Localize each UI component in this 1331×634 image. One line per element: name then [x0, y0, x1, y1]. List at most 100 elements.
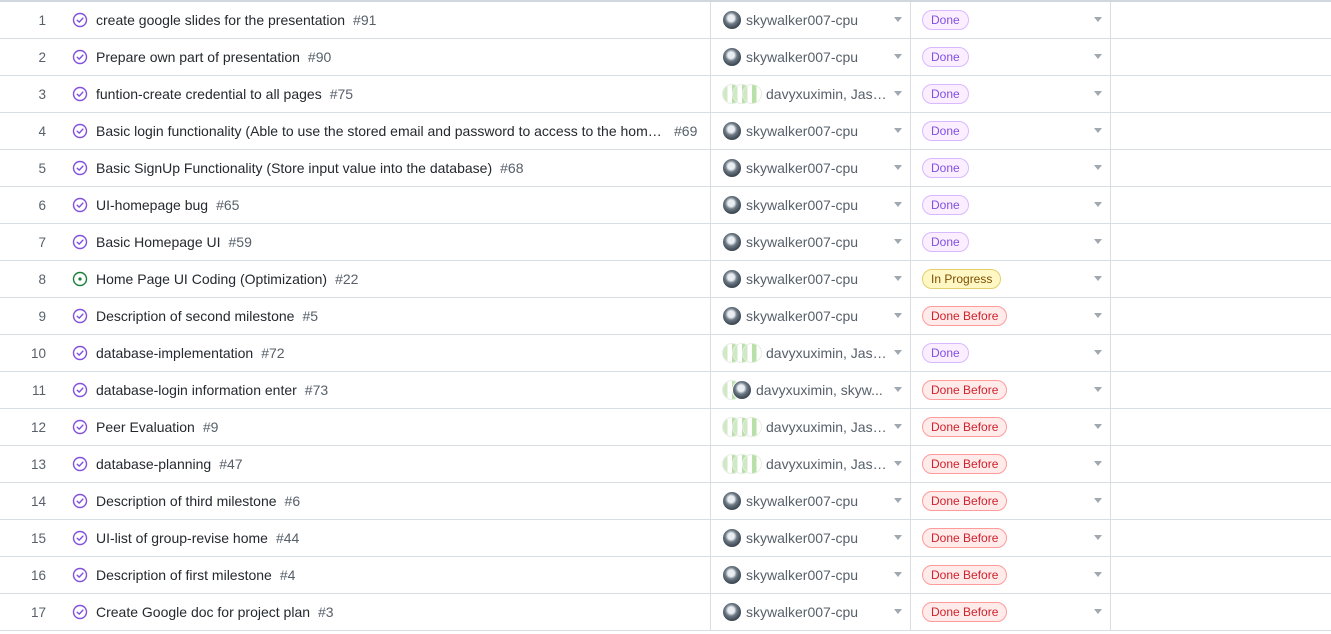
chevron-down-icon[interactable]: [894, 313, 902, 318]
assignees-cell[interactable]: skywalker007-cpu: [711, 39, 911, 75]
status-cell[interactable]: Done Before: [911, 446, 1111, 482]
status-cell[interactable]: Done: [911, 224, 1111, 260]
empty-field-cell[interactable]: [1111, 335, 1331, 371]
table-row[interactable]: 7 Basic Homepage UI #59 skywalker007-cpu…: [0, 224, 1331, 261]
issue-title-link[interactable]: database-planning: [96, 456, 211, 472]
title-cell[interactable]: Home Page UI Coding (Optimization) #22: [64, 261, 711, 297]
empty-field-cell[interactable]: [1111, 372, 1331, 408]
chevron-down-icon[interactable]: [1094, 313, 1102, 318]
chevron-down-icon[interactable]: [1094, 350, 1102, 355]
table-row[interactable]: 17 Create Google doc for project plan #3…: [0, 594, 1331, 631]
empty-field-cell[interactable]: [1111, 224, 1331, 260]
assignees-cell[interactable]: skywalker007-cpu: [711, 261, 911, 297]
title-cell[interactable]: Peer Evaluation #9: [64, 409, 711, 445]
status-cell[interactable]: Done Before: [911, 557, 1111, 593]
assignees-cell[interactable]: davyxuximin, Jases...: [711, 409, 911, 445]
issue-title-link[interactable]: Description of second milestone: [96, 308, 294, 324]
issue-title-link[interactable]: Description of third milestone: [96, 493, 277, 509]
chevron-down-icon[interactable]: [894, 17, 902, 22]
title-cell[interactable]: Description of third milestone #6: [64, 483, 711, 519]
empty-field-cell[interactable]: [1111, 261, 1331, 297]
title-cell[interactable]: Basic login functionality (Able to use t…: [64, 113, 711, 149]
assignees-cell[interactable]: skywalker007-cpu: [711, 113, 911, 149]
title-cell[interactable]: Prepare own part of presentation #90: [64, 39, 711, 75]
title-cell[interactable]: Basic Homepage UI #59: [64, 224, 711, 260]
chevron-down-icon[interactable]: [894, 91, 902, 96]
table-row[interactable]: 3 funtion-create credential to all pages…: [0, 76, 1331, 113]
issue-title-link[interactable]: UI-homepage bug: [96, 197, 208, 213]
assignees-cell[interactable]: davyxuximin, Jases...: [711, 335, 911, 371]
title-cell[interactable]: Create Google doc for project plan #3: [64, 594, 711, 630]
empty-field-cell[interactable]: [1111, 76, 1331, 112]
empty-field-cell[interactable]: [1111, 557, 1331, 593]
issue-title-link[interactable]: database-login information enter: [96, 382, 297, 398]
chevron-down-icon[interactable]: [1094, 276, 1102, 281]
status-cell[interactable]: Done Before: [911, 409, 1111, 445]
status-cell[interactable]: Done Before: [911, 372, 1111, 408]
chevron-down-icon[interactable]: [1094, 17, 1102, 22]
empty-field-cell[interactable]: [1111, 298, 1331, 334]
assignees-cell[interactable]: skywalker007-cpu: [711, 187, 911, 223]
chevron-down-icon[interactable]: [894, 165, 902, 170]
table-row[interactable]: 12 Peer Evaluation #9 davyxuximin, Jases…: [0, 409, 1331, 446]
chevron-down-icon[interactable]: [894, 350, 902, 355]
title-cell[interactable]: database-planning #47: [64, 446, 711, 482]
issue-title-link[interactable]: UI-list of group-revise home: [96, 530, 268, 546]
issue-title-link[interactable]: Prepare own part of presentation: [96, 49, 300, 65]
chevron-down-icon[interactable]: [894, 498, 902, 503]
issue-title-link[interactable]: database-implementation: [96, 345, 253, 361]
status-cell[interactable]: Done Before: [911, 298, 1111, 334]
empty-field-cell[interactable]: [1111, 39, 1331, 75]
assignees-cell[interactable]: skywalker007-cpu: [711, 483, 911, 519]
table-row[interactable]: 1 create google slides for the presentat…: [0, 2, 1331, 39]
chevron-down-icon[interactable]: [894, 461, 902, 466]
chevron-down-icon[interactable]: [894, 202, 902, 207]
chevron-down-icon[interactable]: [1094, 165, 1102, 170]
title-cell[interactable]: create google slides for the presentatio…: [64, 2, 711, 38]
chevron-down-icon[interactable]: [1094, 54, 1102, 59]
chevron-down-icon[interactable]: [894, 387, 902, 392]
empty-field-cell[interactable]: [1111, 483, 1331, 519]
empty-field-cell[interactable]: [1111, 2, 1331, 38]
empty-field-cell[interactable]: [1111, 520, 1331, 556]
empty-field-cell[interactable]: [1111, 409, 1331, 445]
empty-field-cell[interactable]: [1111, 446, 1331, 482]
table-row[interactable]: 8 Home Page UI Coding (Optimization) #22…: [0, 261, 1331, 298]
table-row[interactable]: 10 database-implementation #72 davyxuxim…: [0, 335, 1331, 372]
chevron-down-icon[interactable]: [894, 424, 902, 429]
chevron-down-icon[interactable]: [1094, 572, 1102, 577]
status-cell[interactable]: Done: [911, 2, 1111, 38]
chevron-down-icon[interactable]: [1094, 202, 1102, 207]
assignees-cell[interactable]: skywalker007-cpu: [711, 150, 911, 186]
title-cell[interactable]: database-login information enter #73: [64, 372, 711, 408]
assignees-cell[interactable]: skywalker007-cpu: [711, 520, 911, 556]
status-cell[interactable]: Done: [911, 113, 1111, 149]
assignees-cell[interactable]: davyxuximin, Jases...: [711, 446, 911, 482]
empty-field-cell[interactable]: [1111, 150, 1331, 186]
chevron-down-icon[interactable]: [1094, 498, 1102, 503]
issue-title-link[interactable]: Basic login functionality (Able to use t…: [96, 123, 666, 139]
status-cell[interactable]: Done: [911, 76, 1111, 112]
status-cell[interactable]: Done Before: [911, 520, 1111, 556]
table-row[interactable]: 11 database-login information enter #73 …: [0, 372, 1331, 409]
assignees-cell[interactable]: skywalker007-cpu: [711, 298, 911, 334]
status-cell[interactable]: Done: [911, 335, 1111, 371]
issue-title-link[interactable]: Create Google doc for project plan: [96, 604, 310, 620]
chevron-down-icon[interactable]: [894, 609, 902, 614]
empty-field-cell[interactable]: [1111, 187, 1331, 223]
status-cell[interactable]: Done Before: [911, 483, 1111, 519]
table-row[interactable]: 15 UI-list of group-revise home #44 skyw…: [0, 520, 1331, 557]
title-cell[interactable]: funtion-create credential to all pages #…: [64, 76, 711, 112]
table-row[interactable]: 6 UI-homepage bug #65 skywalker007-cpu D…: [0, 187, 1331, 224]
assignees-cell[interactable]: davyxuximin, Jases...: [711, 76, 911, 112]
title-cell[interactable]: database-implementation #72: [64, 335, 711, 371]
chevron-down-icon[interactable]: [894, 239, 902, 244]
issue-title-link[interactable]: Basic SignUp Functionality (Store input …: [96, 160, 492, 176]
title-cell[interactable]: Description of second milestone #5: [64, 298, 711, 334]
issue-title-link[interactable]: create google slides for the presentatio…: [96, 12, 345, 28]
assignees-cell[interactable]: skywalker007-cpu: [711, 594, 911, 630]
issue-title-link[interactable]: Description of first milestone: [96, 567, 272, 583]
table-row[interactable]: 2 Prepare own part of presentation #90 s…: [0, 39, 1331, 76]
table-row[interactable]: 5 Basic SignUp Functionality (Store inpu…: [0, 150, 1331, 187]
chevron-down-icon[interactable]: [1094, 424, 1102, 429]
